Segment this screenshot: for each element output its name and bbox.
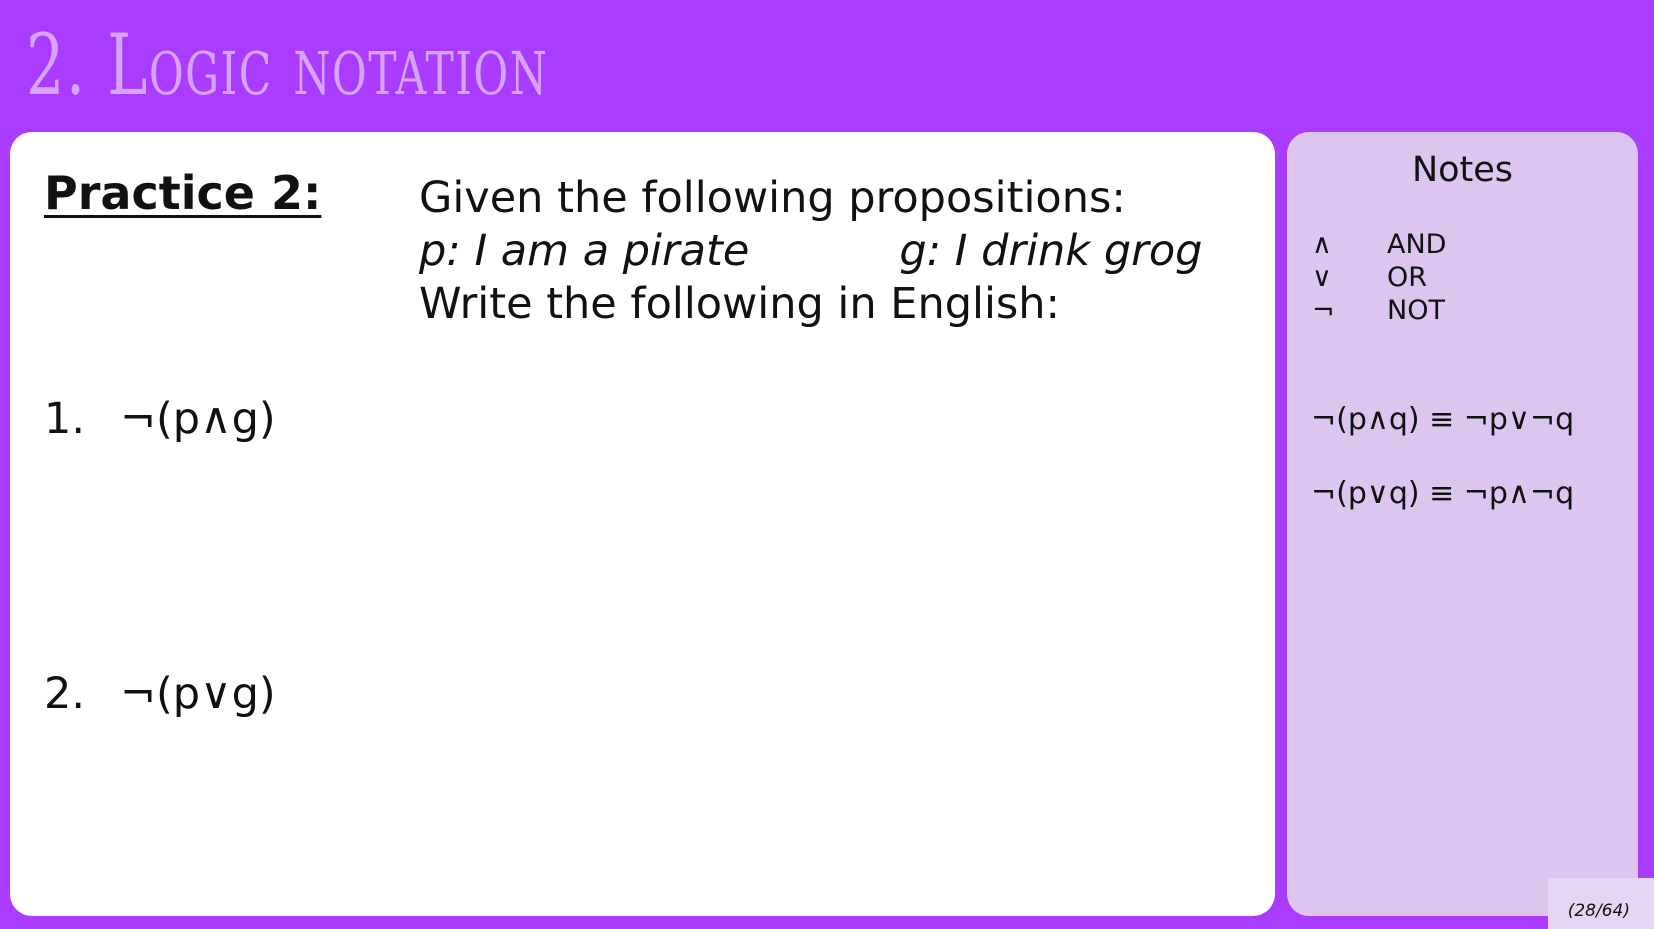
question-1: 1. ¬(p∧g) xyxy=(44,394,276,444)
question-number: 1. xyxy=(44,394,86,444)
notes-panel: Notes ∧ AND ∨ OR ¬ NOT ¬(p∧q) ≡ ¬p∨¬q ¬(… xyxy=(1287,132,1638,916)
and-label: AND xyxy=(1387,229,1447,260)
not-label: NOT xyxy=(1387,295,1445,326)
page-indicator-box: (28/64) xyxy=(1548,878,1654,929)
question-2: 2. ¬(p∨g) xyxy=(44,669,276,719)
legend-row-and: ∧ AND xyxy=(1312,228,1446,261)
proposition-p: p: I am a pirate xyxy=(419,226,750,276)
page-indicator: (28/64) xyxy=(1567,901,1630,921)
slide-title: 2. Logic notation xyxy=(26,16,549,114)
practice-heading: Practice 2: xyxy=(44,166,322,220)
or-label: OR xyxy=(1387,262,1428,293)
legend-row-or: ∨ OR xyxy=(1312,261,1446,294)
and-symbol: ∧ xyxy=(1312,229,1332,260)
question-expression: ¬(p∧g) xyxy=(120,394,276,444)
instruction-line: Write the following in English: xyxy=(419,279,1061,329)
legend-row-not: ¬ NOT xyxy=(1312,294,1446,327)
main-panel: Practice 2: Given the following proposit… xyxy=(10,132,1275,916)
proposition-g: g: I drink grog xyxy=(899,226,1203,276)
question-expression: ¬(p∨g) xyxy=(120,669,276,719)
operator-legend: ∧ AND ∨ OR ¬ NOT xyxy=(1312,228,1446,327)
notes-title: Notes xyxy=(1411,150,1514,190)
de-morgan-law-1: ¬(p∧q) ≡ ¬p∨¬q xyxy=(1311,402,1575,437)
not-symbol: ¬ xyxy=(1312,295,1335,326)
de-morgan-law-2: ¬(p∨q) ≡ ¬p∧¬q xyxy=(1311,476,1575,511)
or-symbol: ∨ xyxy=(1312,262,1332,293)
intro-line: Given the following propositions: xyxy=(419,173,1126,223)
question-number: 2. xyxy=(44,669,86,719)
propositions-line: p: I am a pirate g: I drink grog xyxy=(419,225,1202,278)
instructions: Given the following propositions: p: I a… xyxy=(419,172,1202,331)
